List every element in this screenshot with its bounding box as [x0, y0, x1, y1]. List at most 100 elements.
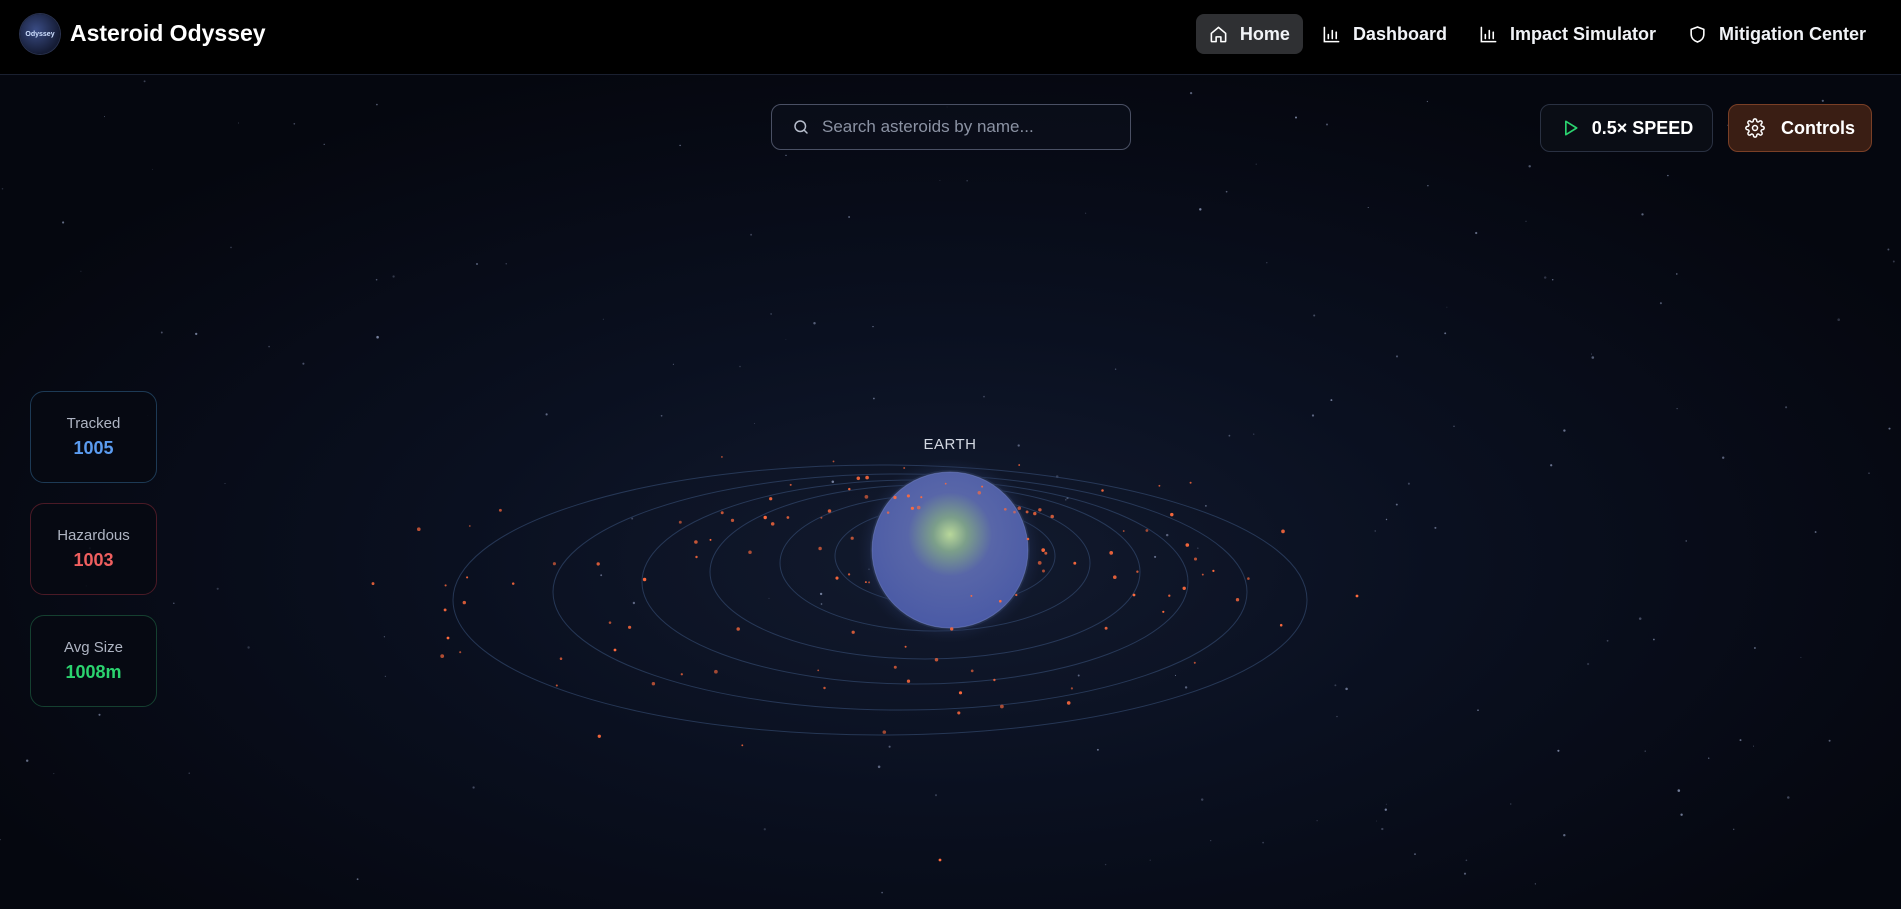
- asteroid-dot[interactable]: [1026, 537, 1030, 541]
- asteroid-dot[interactable]: [730, 518, 735, 523]
- asteroid-dot[interactable]: [958, 691, 963, 695]
- asteroid-dot[interactable]: [847, 573, 851, 576]
- asteroid-dot[interactable]: [944, 482, 947, 485]
- asteroid-dot[interactable]: [1132, 593, 1136, 597]
- asteroid-dot[interactable]: [1182, 586, 1186, 590]
- asteroid-dot[interactable]: [832, 460, 835, 463]
- asteroid-dot[interactable]: [856, 476, 861, 481]
- asteroid-dot[interactable]: [1018, 464, 1021, 466]
- asteroid-dot[interactable]: [1025, 510, 1029, 514]
- asteroid-dot[interactable]: [903, 467, 906, 469]
- asteroid-dot[interactable]: [770, 522, 775, 526]
- asteroid-dot[interactable]: [628, 625, 632, 629]
- asteroid-dot[interactable]: [934, 658, 939, 662]
- asteroid-dot[interactable]: [1193, 661, 1196, 664]
- asteroid-dot[interactable]: [720, 511, 724, 515]
- asteroid-dot[interactable]: [957, 711, 961, 715]
- asteroid-dot[interactable]: [789, 483, 792, 486]
- nav-item-mitigation-center[interactable]: Mitigation Center: [1675, 14, 1879, 54]
- asteroid-search[interactable]: [771, 104, 1131, 150]
- asteroid-dot[interactable]: [459, 651, 462, 654]
- asteroid-dot[interactable]: [466, 576, 469, 579]
- asteroid-dot[interactable]: [736, 627, 740, 631]
- asteroid-dot[interactable]: [371, 582, 375, 586]
- asteroid-dot[interactable]: [1355, 594, 1359, 598]
- asteroid-dot[interactable]: [950, 627, 954, 631]
- asteroid-dot[interactable]: [1189, 481, 1192, 484]
- asteroid-dot[interactable]: [748, 550, 752, 554]
- asteroid-dot[interactable]: [1003, 507, 1007, 511]
- asteroid-dot[interactable]: [868, 581, 871, 584]
- asteroid-dot[interactable]: [864, 581, 867, 584]
- asteroid-dot[interactable]: [1104, 626, 1108, 630]
- asteroid-dot[interactable]: [970, 669, 974, 673]
- asteroid-dot[interactable]: [694, 540, 698, 544]
- asteroid-dot[interactable]: [1044, 551, 1048, 555]
- asteroid-dot[interactable]: [741, 744, 744, 747]
- asteroid-dot[interactable]: [886, 511, 890, 514]
- asteroid-dot[interactable]: [1168, 594, 1171, 597]
- asteroid-dot[interactable]: [981, 485, 984, 488]
- asteroid-dot[interactable]: [835, 576, 839, 580]
- asteroid-dot[interactable]: [1041, 548, 1046, 552]
- asteroid-dot[interactable]: [904, 645, 907, 648]
- asteroid-dot[interactable]: [893, 665, 897, 669]
- controls-button[interactable]: Controls: [1728, 104, 1872, 152]
- asteroid-dot[interactable]: [910, 506, 915, 510]
- asteroid-dot[interactable]: [1193, 557, 1198, 561]
- asteroid-dot[interactable]: [1122, 530, 1125, 532]
- asteroid-dot[interactable]: [596, 562, 600, 566]
- asteroid-dot[interactable]: [695, 555, 698, 559]
- asteroid-dot[interactable]: [1185, 543, 1190, 547]
- asteroid-dot[interactable]: [1042, 569, 1045, 573]
- search-input[interactable]: [820, 116, 1114, 138]
- asteroid-dot[interactable]: [552, 562, 556, 566]
- app-logo[interactable]: Odyssey: [20, 14, 60, 54]
- asteroid-dot[interactable]: [1073, 561, 1077, 565]
- asteroid-dot[interactable]: [817, 669, 820, 672]
- asteroid-dot[interactable]: [1050, 514, 1054, 519]
- app-title[interactable]: Asteroid Odyssey: [70, 20, 266, 47]
- asteroid-dot[interactable]: [1037, 561, 1042, 565]
- asteroid-dot[interactable]: [820, 516, 823, 519]
- asteroid-dot[interactable]: [850, 536, 854, 540]
- asteroid-dot[interactable]: [416, 527, 421, 532]
- asteroid-dot[interactable]: [906, 679, 911, 683]
- asteroid-dot[interactable]: [1201, 573, 1204, 576]
- asteroid-dot[interactable]: [916, 505, 921, 510]
- asteroid-dot[interactable]: [1162, 610, 1165, 613]
- asteroid-dot[interactable]: [559, 657, 563, 660]
- asteroid-dot[interactable]: [786, 516, 790, 519]
- asteroid-dot[interactable]: [444, 584, 447, 587]
- asteroid-dot[interactable]: [818, 546, 822, 551]
- asteroid-dot[interactable]: [555, 684, 558, 687]
- asteroid-dot[interactable]: [1279, 623, 1283, 627]
- asteroid-dot[interactable]: [1038, 508, 1042, 512]
- earth[interactable]: [858, 458, 1042, 642]
- asteroid-dot[interactable]: [993, 678, 996, 682]
- asteroid-dot[interactable]: [714, 669, 718, 674]
- asteroid-dot[interactable]: [906, 494, 910, 498]
- asteroid-dot[interactable]: [613, 648, 617, 652]
- asteroid-dot[interactable]: [498, 508, 502, 512]
- asteroid-dot[interactable]: [709, 538, 712, 541]
- asteroid-dot[interactable]: [1247, 577, 1250, 580]
- asteroid-dot[interactable]: [848, 487, 851, 491]
- asteroid-dot[interactable]: [443, 608, 447, 612]
- asteroid-dot[interactable]: [763, 515, 767, 520]
- asteroid-dot[interactable]: [720, 455, 723, 458]
- asteroid-dot[interactable]: [1235, 598, 1240, 602]
- asteroid-dot[interactable]: [678, 520, 682, 524]
- asteroid-dot[interactable]: [938, 858, 942, 862]
- asteroid-dot[interactable]: [851, 630, 855, 634]
- asteroid-dot[interactable]: [446, 636, 450, 640]
- asteroid-dot[interactable]: [1109, 551, 1114, 555]
- asteroid-dot[interactable]: [769, 497, 773, 501]
- asteroid-dot[interactable]: [1070, 687, 1073, 690]
- asteroid-dot[interactable]: [865, 475, 869, 480]
- speed-button[interactable]: 0.5× SPEED: [1540, 104, 1713, 152]
- asteroid-dot[interactable]: [823, 686, 826, 690]
- asteroid-dot[interactable]: [511, 582, 515, 585]
- asteroid-dot[interactable]: [1170, 512, 1174, 517]
- asteroid-dot[interactable]: [1013, 510, 1016, 514]
